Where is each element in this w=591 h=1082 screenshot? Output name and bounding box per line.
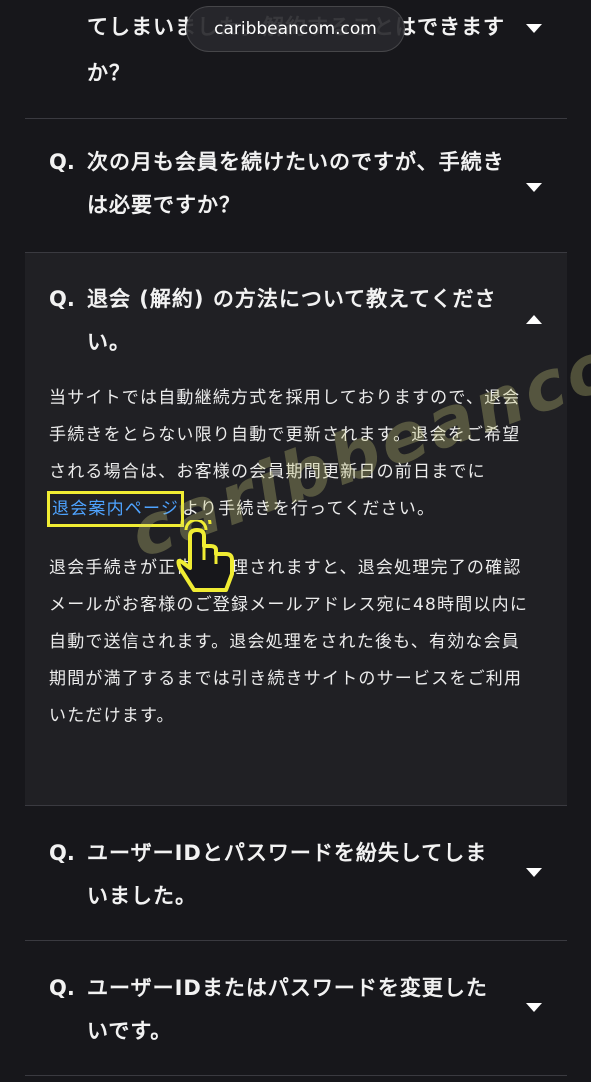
answer-paragraph: 退会手続きが正常に処理されますと、退会処理完了の確認メールがお客様のご登録メール…	[49, 558, 529, 726]
faq-question-row[interactable]: Q. 退会 (解約) の方法について教えてください。	[25, 253, 567, 364]
answer-paragraph: 当サイトでは自動継続方式を採用しておりますので、退会手続きをとらない限り自動で更…	[47, 380, 537, 528]
faq-question-row[interactable]: Q. ユーザーIDまたはパスワードを変更したいです。	[25, 941, 567, 1053]
faq-item-expanded[interactable]: Q. 退会 (解約) の方法について教えてください。 当サイトでは自動継続方式を…	[25, 253, 567, 806]
browser-url-bar[interactable]: caribbeancom.com	[186, 6, 405, 52]
url-text: caribbeancom.com	[214, 19, 377, 39]
answer-text: より手続きを行ってください。	[182, 499, 436, 519]
faq-item[interactable]: Q. 次の月も会員を続けたいのですが、手続きは必要ですか？	[25, 119, 567, 253]
faq-item[interactable]: Q. ユーザーIDとパスワードを紛失してしまいました。	[25, 806, 567, 941]
faq-question-row[interactable]: Q. ユーザーIDとパスワードを紛失してしまいました。	[25, 806, 567, 918]
faq-item[interactable]: Q. ユーザーIDまたはパスワードを変更したいです。	[25, 941, 567, 1076]
question-text: ユーザーIDとパスワードを紛失してしまいました。	[87, 841, 488, 908]
link-highlight-box: 退会案内ページ	[47, 491, 185, 527]
question-text: ユーザーIDまたはパスワードを変更したいです。	[87, 976, 488, 1043]
faq-question-row[interactable]: Q. 次の月も会員を続けたいのですが、手続きは必要ですか？	[25, 119, 567, 227]
question-prefix: Q.	[49, 287, 75, 311]
chevron-down-icon[interactable]	[526, 868, 542, 877]
hand-pointer-icon	[168, 508, 240, 600]
question-prefix: Q.	[49, 841, 75, 865]
faq-list: Q. てしまいました。解約することはできますか？ Q. 次の月も会員を続けたいの…	[25, 0, 567, 1076]
question-text: 次の月も会員を続けたいのですが、手続きは必要ですか？	[87, 150, 505, 217]
chevron-down-icon[interactable]	[526, 1003, 542, 1012]
withdrawal-guide-link[interactable]: 退会案内ページ	[52, 499, 179, 519]
question-text: 退会 (解約) の方法について教えてください。	[87, 287, 497, 354]
chevron-down-icon[interactable]	[526, 24, 542, 33]
answer-text: 当サイトでは自動継続方式を採用しておりますので、退会手続きをとらない限り自動で更…	[49, 388, 521, 482]
question-prefix: Q.	[49, 976, 75, 1000]
chevron-down-icon[interactable]	[526, 183, 542, 192]
question-prefix: Q.	[49, 150, 75, 174]
chevron-up-icon[interactable]	[526, 315, 542, 324]
faq-answer: 当サイトでは自動継続方式を採用しておりますので、退会手続きをとらない限り自動で更…	[25, 364, 567, 735]
